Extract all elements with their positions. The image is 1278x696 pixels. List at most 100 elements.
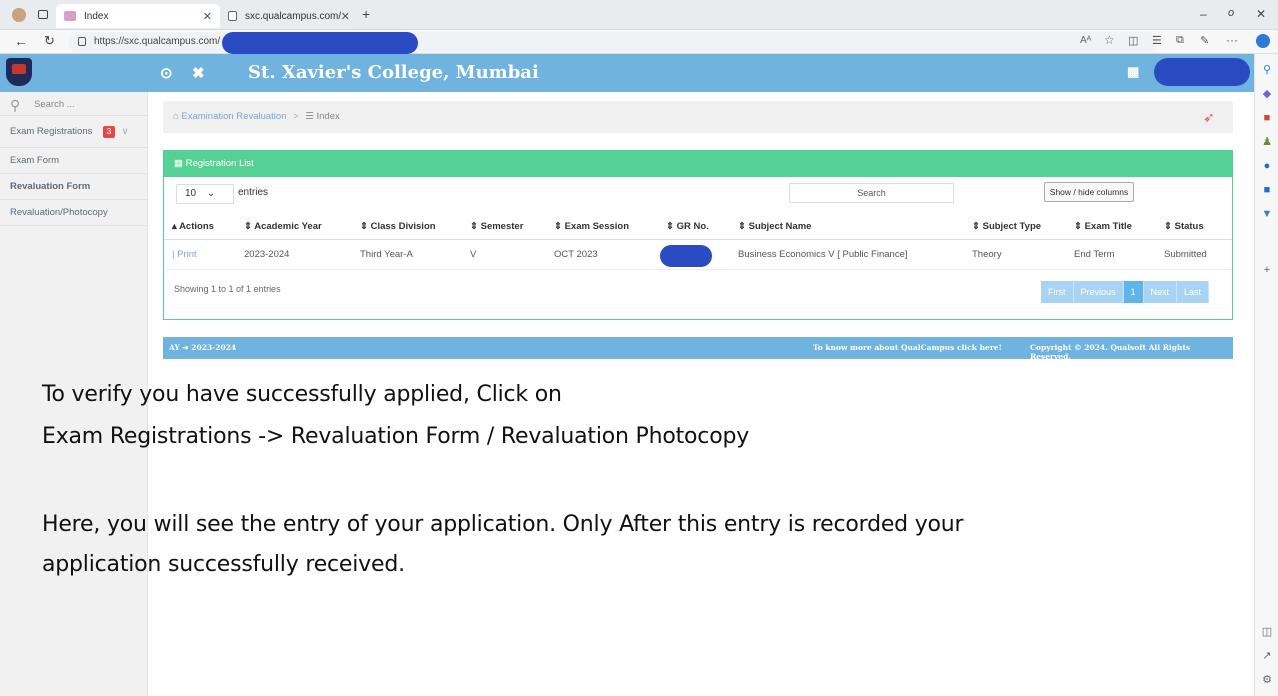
pagination: First Previous 1 Next Last bbox=[1041, 281, 1210, 303]
new-tab-icon[interactable]: + bbox=[362, 6, 370, 22]
more-icon[interactable]: ··· bbox=[1226, 33, 1238, 47]
registration-panel: ▦ Registration List 10 ⌄ entries Search … bbox=[163, 150, 1233, 320]
copyright-text: Copyright © 2024. Qualsoft All Rights Re… bbox=[1030, 343, 1191, 361]
column-header-subject-type[interactable]: ⇕ Subject Type bbox=[964, 215, 1066, 240]
count-badge: 3 bbox=[103, 126, 116, 138]
address-bar: ← ↻ https://sxc.qualcampus.com/ Aᴬ ☆ ◫ ☰… bbox=[0, 30, 1278, 54]
sidebar-item-exam-form[interactable]: Exam Form bbox=[0, 148, 148, 174]
fullscreen-icon[interactable]: ✖ bbox=[192, 64, 205, 82]
cell-semester: V bbox=[462, 239, 546, 270]
sidebar-item-revaluation-photocopy[interactable]: Revaluation/Photocopy bbox=[0, 200, 148, 226]
column-header-academic-year[interactable]: ⇕ Academic Year bbox=[236, 215, 352, 240]
sidebar-toggle-icon[interactable]: ◫ bbox=[1261, 626, 1273, 638]
page-previous-button[interactable]: Previous bbox=[1073, 281, 1124, 303]
profile-icon[interactable] bbox=[12, 8, 26, 22]
redaction-mark bbox=[1154, 58, 1250, 86]
table-header-row: ▴ Actions ⇕ Academic Year ⇕ Class Divisi… bbox=[164, 215, 1232, 240]
shopping-icon[interactable]: ◆ bbox=[1261, 88, 1273, 100]
window-close-icon[interactable]: ✕ bbox=[1256, 7, 1266, 21]
showing-info: Showing 1 to 1 of 1 entries bbox=[174, 284, 281, 294]
search-icon: ⚲ bbox=[10, 97, 21, 113]
college-logo bbox=[6, 58, 32, 86]
page-next-button[interactable]: Next bbox=[1143, 281, 1178, 303]
cell-subject-name: Business Economics V [ Public Finance] bbox=[730, 239, 964, 270]
page-title: St. Xavier's College, Mumbai bbox=[248, 62, 539, 83]
search-placeholder: Search ... bbox=[34, 99, 75, 110]
qualcampus-link[interactable]: To know more about QualCampus click here… bbox=[813, 343, 1002, 352]
sidebar-item-revaluation-form[interactable]: Revaluation Form bbox=[0, 174, 148, 200]
tab-label: sxc.qualcampus.com/Report_Vie bbox=[245, 10, 341, 22]
tools-icon[interactable]: ■ bbox=[1261, 112, 1273, 124]
instruction-line-4: application successfully received. bbox=[42, 552, 405, 577]
outlook-icon[interactable]: ■ bbox=[1261, 184, 1273, 196]
page-first-button[interactable]: First bbox=[1041, 281, 1074, 303]
split-screen-icon[interactable]: ◫ bbox=[1128, 34, 1138, 47]
minimize-icon[interactable]: – bbox=[1200, 7, 1207, 21]
breadcrumb: ⌂ Examination Revaluation > ☰ Index ➶ bbox=[163, 101, 1233, 133]
column-header-actions[interactable]: ▴ Actions bbox=[164, 215, 236, 240]
settings-icon[interactable]: ⚙ bbox=[1261, 674, 1273, 686]
column-header-status[interactable]: ⇕ Status bbox=[1156, 215, 1232, 240]
column-header-subject-name[interactable]: ⇕ Subject Name bbox=[730, 215, 964, 240]
cell-subject-type: Theory bbox=[964, 239, 1066, 270]
tab-label: Index bbox=[84, 10, 109, 22]
home-icon: ⌂ bbox=[173, 111, 179, 122]
column-header-semester[interactable]: ⇕ Semester bbox=[462, 215, 546, 240]
cell-exam-session: OCT 2023 bbox=[546, 239, 658, 270]
search-icon[interactable]: ⚲ bbox=[1261, 64, 1273, 76]
drop-icon[interactable]: ▼ bbox=[1261, 208, 1273, 220]
restore-icon[interactable]: o bbox=[1228, 7, 1234, 19]
cell-academic-year: 2023-2024 bbox=[236, 239, 352, 270]
column-header-class-division[interactable]: ⇕ Class Division bbox=[352, 215, 462, 240]
close-icon[interactable]: ✕ bbox=[203, 10, 212, 23]
breadcrumb-parent[interactable]: Examination Revaluation bbox=[181, 111, 286, 122]
sidebar-item-label: Revaluation Form bbox=[10, 181, 91, 192]
tab-index[interactable]: Index ✕ bbox=[56, 4, 220, 28]
back-icon[interactable]: ← bbox=[14, 33, 28, 49]
tab-report[interactable]: sxc.qualcampus.com/Report_Vie ✕ bbox=[222, 4, 352, 28]
apps-grid-icon[interactable]: ▦ bbox=[1127, 64, 1139, 80]
print-link[interactable]: | Print bbox=[164, 239, 236, 270]
sidebar-item-label: Exam Registrations bbox=[10, 126, 93, 137]
table-row: | Print 2023-2024 Third Year-A V OCT 202… bbox=[164, 239, 1232, 270]
close-icon[interactable]: ✕ bbox=[341, 10, 350, 23]
cell-gr-no bbox=[658, 239, 730, 270]
read-aloud-icon[interactable]: Aᴬ bbox=[1080, 35, 1091, 46]
refresh-icon[interactable]: ↻ bbox=[44, 33, 55, 49]
page-last-button[interactable]: Last bbox=[1177, 281, 1210, 303]
redaction-mark bbox=[660, 244, 712, 267]
entries-label: entries bbox=[238, 187, 269, 198]
sidebar-item-exam-registrations[interactable]: Exam Registrations 3 ∨ bbox=[0, 116, 148, 148]
chevron-down-icon: ⌄ bbox=[206, 188, 216, 199]
copilot-icon[interactable] bbox=[1256, 34, 1270, 48]
extensions-icon[interactable]: ✎ bbox=[1200, 34, 1209, 47]
page-icon bbox=[228, 11, 237, 21]
search-placeholder: Search bbox=[857, 188, 886, 198]
table-icon: ▦ bbox=[174, 158, 183, 169]
search-input[interactable]: Search bbox=[789, 183, 954, 203]
column-header-gr-no[interactable]: ⇕ GR No. bbox=[658, 215, 730, 240]
sidebar-search-input[interactable]: ⚲ Search ... bbox=[0, 92, 148, 116]
url-text: https://sxc.qualcampus.com/ bbox=[94, 36, 221, 47]
instruction-line-1: To verify you have successfully applied,… bbox=[42, 382, 562, 407]
breadcrumb-current: Index bbox=[316, 111, 340, 122]
entries-select[interactable]: 10 ⌄ bbox=[176, 184, 234, 204]
games-icon[interactable]: ♟ bbox=[1261, 136, 1273, 148]
column-header-exam-session[interactable]: ⇕ Exam Session bbox=[546, 215, 658, 240]
collections-icon[interactable]: ⧉ bbox=[1176, 34, 1184, 47]
add-icon[interactable]: + bbox=[1261, 264, 1273, 276]
favorites-bar-icon[interactable]: ☰ bbox=[1152, 34, 1162, 47]
favorite-icon[interactable]: ☆ bbox=[1104, 33, 1115, 47]
external-icon[interactable]: ↗ bbox=[1261, 650, 1273, 662]
tab-actions-icon[interactable] bbox=[38, 10, 48, 19]
office-icon[interactable]: ● bbox=[1261, 160, 1273, 172]
academic-year-footer: AY ➜ 2023-2024 bbox=[169, 343, 237, 352]
panel-header: ▦ Registration List bbox=[164, 151, 1232, 177]
menu-toggle-icon[interactable]: ⊙ bbox=[160, 64, 173, 82]
page-1-button[interactable]: 1 bbox=[1123, 281, 1144, 303]
column-header-exam-title[interactable]: ⇕ Exam Title bbox=[1066, 215, 1156, 240]
show-hide-columns-button[interactable]: Show / hide columns bbox=[1044, 182, 1134, 202]
panel-title: Registration List bbox=[185, 158, 254, 169]
browser-tab-bar: Index ✕ sxc.qualcampus.com/Report_Vie ✕ … bbox=[0, 0, 1278, 30]
send-icon[interactable]: ➶ bbox=[1203, 101, 1215, 133]
